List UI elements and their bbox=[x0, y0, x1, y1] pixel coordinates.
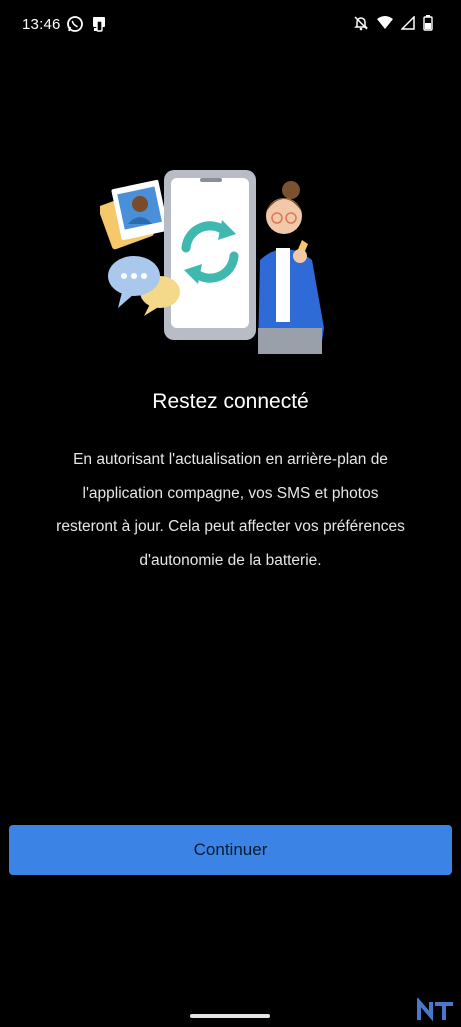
photo-icon bbox=[98, 179, 169, 250]
status-right-icons bbox=[353, 15, 433, 36]
notifications-off-icon bbox=[353, 15, 369, 36]
continue-button-label: Continuer bbox=[193, 840, 268, 859]
phone-link-icon bbox=[90, 15, 108, 38]
person-icon bbox=[258, 181, 324, 354]
description: En autorisant l'actualisation en arrière… bbox=[30, 443, 431, 577]
page-title: Restez connecté bbox=[152, 390, 309, 413]
phone-icon bbox=[164, 170, 256, 340]
status-left-icons bbox=[66, 15, 108, 38]
phone-sync-illustration bbox=[98, 168, 330, 354]
wifi-icon bbox=[377, 16, 393, 35]
description-line: l'application compagne, vos SMS et photo… bbox=[82, 484, 379, 502]
watermark-logo bbox=[417, 996, 457, 1027]
status-time: 13:46 bbox=[22, 16, 61, 33]
battery-icon bbox=[423, 15, 433, 36]
whatsapp-icon bbox=[66, 15, 84, 38]
signal-icon bbox=[400, 15, 415, 35]
description-line: d'autonomie de la batterie. bbox=[139, 551, 322, 569]
home-indicator[interactable] bbox=[190, 1014, 270, 1018]
description-line: resteront à jour. Cela peut affecter vos… bbox=[56, 518, 405, 535]
description-line: En autorisant l'actualisation en arrière… bbox=[73, 451, 388, 468]
status-bar: 13:46 bbox=[0, 0, 461, 50]
continue-button[interactable]: Continuer bbox=[9, 825, 452, 875]
